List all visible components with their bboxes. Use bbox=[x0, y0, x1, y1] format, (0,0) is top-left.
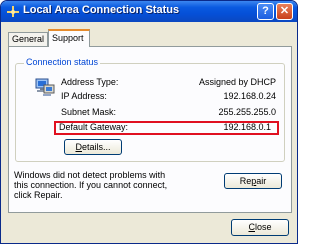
status-dialog: Local Area Connection Status ? ✕ General… bbox=[0, 0, 298, 244]
diagnosis-message: Windows did not detect problems with thi… bbox=[14, 170, 168, 200]
subnet-mask-row: Subnet Mask: 255.255.255.0 bbox=[61, 107, 276, 119]
tab-general[interactable]: General bbox=[8, 32, 48, 46]
details-button-label: etails... bbox=[81, 142, 111, 152]
repair-button-label-start: Re bbox=[239, 176, 252, 186]
address-type-label: Address Type: bbox=[61, 77, 119, 87]
tab-support[interactable]: Support bbox=[48, 29, 90, 47]
ip-address-row: IP Address: 192.168.0.24 bbox=[61, 91, 276, 103]
close-button-label: lose bbox=[254, 222, 272, 232]
network-connection-icon bbox=[7, 6, 19, 17]
ip-address-value: 192.168.0.24 bbox=[223, 91, 276, 101]
help-button[interactable]: ? bbox=[257, 3, 274, 20]
default-gateway-value: 192.168.0.1 bbox=[223, 122, 271, 132]
window-title: Local Area Connection Status bbox=[23, 4, 180, 16]
title-bar[interactable]: Local Area Connection Status ? ✕ bbox=[1, 1, 297, 22]
support-panel: Connection status Address Type: Assigned… bbox=[8, 46, 292, 213]
subnet-mask-value: 255.255.255.0 bbox=[218, 107, 276, 117]
network-adapter-icon bbox=[35, 78, 55, 96]
address-type-row: Address Type: Assigned by DHCP bbox=[61, 77, 276, 89]
close-button[interactable]: Close bbox=[231, 219, 289, 236]
subnet-mask-label: Subnet Mask: bbox=[61, 107, 117, 117]
group-label: Connection status bbox=[24, 57, 101, 67]
address-type-value: Assigned by DHCP bbox=[198, 77, 276, 87]
close-window-button[interactable]: ✕ bbox=[276, 3, 293, 20]
default-gateway-label: Default Gateway: bbox=[59, 122, 129, 132]
repair-button-label-end: air bbox=[256, 176, 267, 186]
connection-status-group: Connection status Address Type: Assigned… bbox=[15, 57, 285, 162]
ip-address-label: IP Address: bbox=[61, 91, 107, 101]
repair-button[interactable]: Repair bbox=[224, 173, 282, 189]
default-gateway-row: Default Gateway: 192.168.0.1 bbox=[59, 122, 271, 134]
details-button[interactable]: Details... bbox=[64, 139, 122, 155]
